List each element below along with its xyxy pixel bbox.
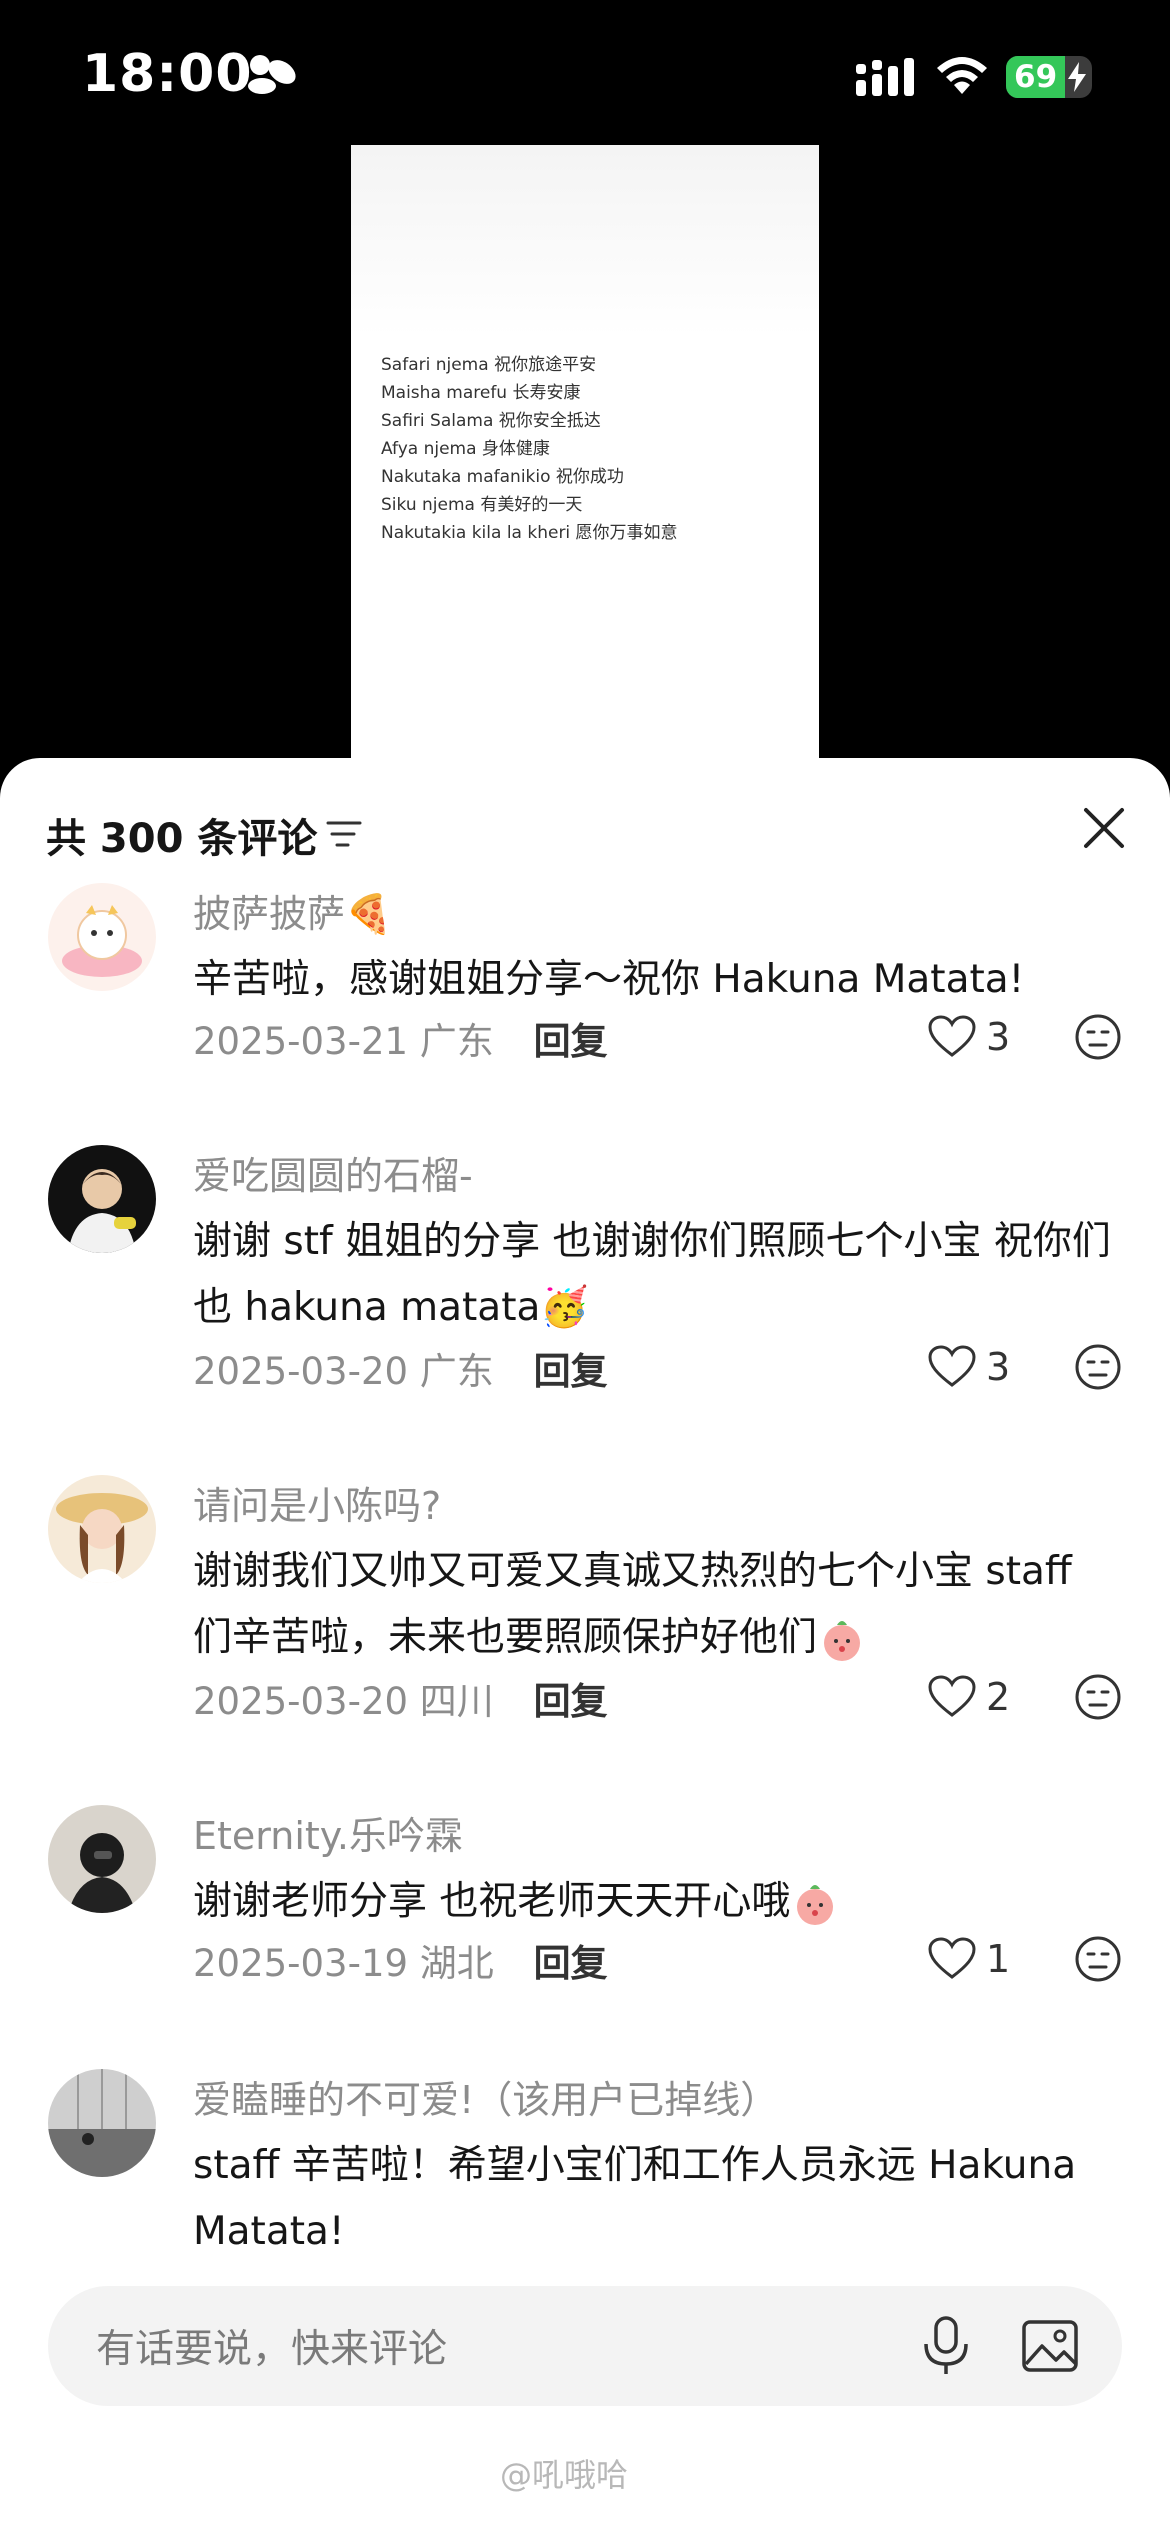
heart-icon (928, 1937, 976, 1979)
comment-meta: 2025-03-21 广东 回复 (193, 1011, 608, 1065)
avatar[interactable] (48, 2069, 156, 2177)
heart-icon (928, 1675, 976, 1717)
video-preview[interactable]: Safari njema 祝你旅途平安 Maisha marefu 长寿安康 Saf… (351, 145, 819, 785)
reply-button[interactable]: 回复 (534, 1680, 608, 1723)
comment-date: 2025-03-20 (193, 1680, 409, 1723)
comment-meta: 2025-03-20 广东 回复 (193, 1341, 608, 1395)
avatar[interactable] (48, 1805, 156, 1913)
dislike-icon[interactable] (1074, 1013, 1122, 1061)
like-button[interactable]: 2 (928, 1673, 1048, 1723)
focus-mode-icon (248, 55, 296, 94)
comment-sheet-header: 共 300 条评论 (46, 798, 1126, 868)
like-count: 2 (986, 1675, 1011, 1719)
comment-count-title: 共 300 条评论 (46, 816, 318, 862)
comment-date: 2025-03-21 (193, 1020, 409, 1063)
dislike-icon[interactable] (1074, 1935, 1122, 1983)
comment-text: staff 辛苦啦！希望小宝们和工作人员永远 Hakuna Matata! (193, 2143, 1077, 2254)
comment-meta: 2025-03-19 湖北 回复 (193, 1933, 608, 1987)
video-text-block: Safari njema 祝你旅途平安 Maisha marefu 长寿安康 Saf… (381, 351, 678, 547)
cellular-signal-icon (856, 58, 914, 96)
reply-button[interactable]: 回复 (534, 1350, 608, 1393)
comment-location: 广东 (419, 1350, 494, 1393)
comment-date: 2025-03-19 (193, 1942, 409, 1985)
battery-indicator: 69 (1006, 56, 1092, 98)
comment-location: 广东 (419, 1020, 494, 1063)
comment-text: 谢谢 stf 姐姐的分享 也谢谢你们照顾七个小宝 祝你们也 hakuna mat… (193, 1219, 1111, 1330)
like-button[interactable]: 1 (928, 1935, 1048, 1985)
comment-text: 谢谢老师分享 也祝老师天天开心哦 (193, 1869, 1123, 1935)
avatar[interactable] (48, 1475, 156, 1583)
comment-text-content: 谢谢我们又帅又可爱又真诚又热烈的七个小宝 staff 们辛苦啦，未来也要照顾保护… (193, 1549, 1072, 1660)
like-count: 3 (986, 1015, 1011, 1059)
comment-text: 谢谢我们又帅又可爱又真诚又热烈的七个小宝 staff 们辛苦啦，未来也要照顾保护… (193, 1539, 1123, 1671)
status-bar: 18:00 69 (0, 0, 1170, 150)
comment-meta: 2025-03-20 四川 回复 (193, 1671, 608, 1725)
dislike-icon[interactable] (1074, 1343, 1122, 1391)
like-count: 3 (986, 1345, 1011, 1389)
reply-button[interactable]: 回复 (534, 1942, 608, 1985)
video-text-line: Afya njema 身体健康 (381, 439, 550, 459)
battery-percent: 69 (1014, 59, 1058, 95)
video-text-line: Safiri Salama 祝你安全抵达 (381, 411, 601, 431)
like-button[interactable]: 3 (928, 1013, 1048, 1063)
comment-location: 湖北 (419, 1942, 494, 1985)
video-text-line: Nakutakia kila la kheri 愿你万事如意 (381, 523, 678, 543)
heart-icon (928, 1015, 976, 1057)
comment-username[interactable]: 爱吃圆圆的石榴- (193, 1145, 473, 1200)
watermark: @吼哦哈 (500, 2456, 629, 2494)
comment-username[interactable]: 请问是小陈吗? (193, 1475, 441, 1530)
comment-sheet: 共 300 条评论 披萨披萨🍕 辛苦啦，感谢姐姐分享～祝你 Hakuna Mat… (0, 758, 1170, 2532)
video-text-line: Maisha marefu 长寿安康 (381, 383, 581, 403)
peach-kiss-emoji-icon (797, 1884, 834, 1925)
comment-username[interactable]: 爱瞌睡的不可爱!（该用户已掉线） (193, 2069, 778, 2124)
comment-location: 四川 (419, 1680, 494, 1723)
wifi-icon (937, 57, 987, 94)
close-icon[interactable] (1082, 806, 1126, 850)
charging-bolt-icon (1068, 62, 1086, 92)
comment-input[interactable]: 有话要说，快来评论 (48, 2286, 1122, 2406)
like-count: 1 (986, 1937, 1011, 1981)
dislike-icon[interactable] (1074, 1673, 1122, 1721)
sort-filter-icon[interactable] (326, 818, 362, 850)
like-button[interactable]: 3 (928, 1343, 1048, 1393)
image-picker-icon[interactable] (1020, 2316, 1080, 2376)
comment-date: 2025-03-20 (193, 1350, 409, 1393)
comment-username[interactable]: Eternity.乐吟霖 (193, 1805, 463, 1860)
heart-icon (928, 1345, 976, 1387)
video-text-line: Nakutaka mafanikio 祝你成功 (381, 467, 624, 487)
comment-text: 辛苦啦，感谢姐姐分享～祝你 Hakuna Matata! (193, 957, 1025, 1002)
comment-username[interactable]: 披萨披萨🍕 (193, 883, 392, 938)
avatar[interactable] (48, 883, 156, 991)
comment-text-content: 谢谢老师分享 也祝老师天天开心哦 (193, 1879, 791, 1924)
video-text-line: Siku njema 有美好的一天 (381, 495, 583, 515)
avatar[interactable] (48, 1145, 156, 1253)
status-time: 18:00 (82, 44, 253, 104)
microphone-icon[interactable] (918, 2314, 974, 2378)
reply-button[interactable]: 回复 (534, 1020, 608, 1063)
video-text-line: Safari njema 祝你旅途平安 (381, 355, 597, 375)
peach-kiss-emoji-icon (824, 1620, 861, 1661)
comment-input-placeholder: 有话要说，快来评论 (96, 2327, 448, 2372)
